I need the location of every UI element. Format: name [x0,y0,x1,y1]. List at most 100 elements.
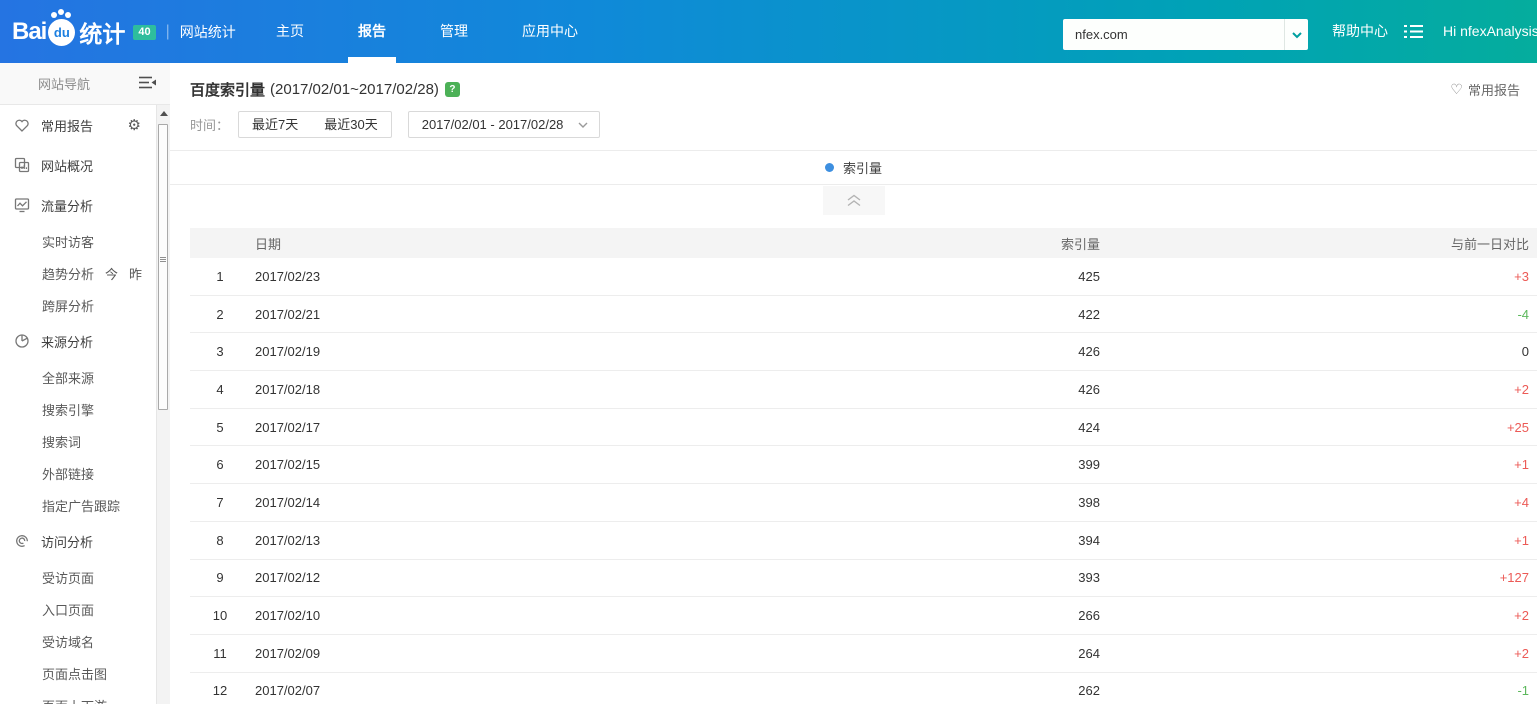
sidebar-item-label: 网站概况 [41,158,94,174]
row-day-over-day: +1 [1514,457,1529,473]
collapse-chart-button[interactable] [822,186,885,215]
traffic-icon [13,197,31,213]
help-center-link[interactable]: 帮助中心 [1332,0,1388,63]
row-date: 2017/02/23 [255,268,321,284]
row-index: 5 [216,419,224,435]
sidebar-item-受访域名[interactable]: 受访域名 [0,625,156,657]
sidebar-collapse-icon[interactable] [139,76,156,92]
sidebar-quick-link-昨[interactable]: 昨 [129,264,142,283]
column-header-index-volume: 索引量 [1060,236,1100,252]
table-row: 11 2017/02/09 264 +2 [190,635,1537,673]
favorite-report-link[interactable]: ♡ 常用报告 [1450,80,1520,99]
row-date: 2017/02/14 [255,494,321,510]
sidebar-item-跨屏分析[interactable]: 跨屏分析 [0,289,156,321]
row-index-volume: 425 [1078,268,1100,284]
sidebar-item-访问分析[interactable]: 访问分析 [0,521,156,561]
row-day-over-day: +3 [1514,268,1529,284]
row-day-over-day: +2 [1514,608,1529,624]
sidebar-item-外部链接[interactable]: 外部链接 [0,457,156,489]
help-badge-icon[interactable]: ? [444,81,460,97]
row-date: 2017/02/18 [255,381,321,397]
sidebar-scrollbar[interactable] [156,105,170,704]
nav-tab-主页[interactable]: 主页 [268,0,312,63]
sidebar-item-受访页面[interactable]: 受访页面 [0,561,156,593]
site-selector[interactable]: nfex.com [1063,19,1308,50]
sidebar-item-label: 全部来源 [42,370,95,386]
table-row: 12 2017/02/07 262 -1 [190,673,1537,704]
sidebar-item-label: 外部链接 [42,466,95,482]
sidebar-item-label: 流量分析 [41,198,94,214]
row-day-over-day: +25 [1506,419,1529,435]
row-index: 9 [216,570,224,586]
row-index: 1 [216,268,224,284]
table-row: 6 2017/02/15 399 +1 [190,446,1537,485]
sidebar-item-趋势分析[interactable]: 趋势分析今昨 [0,257,156,289]
row-index-volume: 262 [1078,683,1100,699]
date-range-picker[interactable]: 2017/02/01 - 2017/02/28 [407,111,601,138]
sidebar-item-label: 搜索词 [42,434,82,450]
sidebar-item-搜索词[interactable]: 搜索词 [0,425,156,457]
sidebar-item-入口页面[interactable]: 入口页面 [0,593,156,625]
row-index-volume: 266 [1078,608,1100,624]
row-index: 4 [216,381,224,397]
chart-legend[interactable]: 索引量 [170,150,1537,185]
nav-tab-管理[interactable]: 管理 [432,0,476,63]
report-list-icon[interactable] [1404,24,1424,42]
sidebar-item-实时访客[interactable]: 实时访客 [0,225,156,257]
site-selector-value: nfex.com [1075,27,1128,42]
sidebar-item-网站概况[interactable]: 网站概况 [0,145,156,185]
rings-icon [13,533,31,549]
sidebar-item-搜索引擎[interactable]: 搜索引擎 [0,393,156,425]
row-index: 12 [212,683,228,699]
gear-icon[interactable]: ⚙ [128,116,141,134]
table-row: 2 2017/02/21 422 -4 [190,296,1537,334]
sidebar-item-label: 跨屏分析 [42,298,95,314]
nav-tab-报告[interactable]: 报告 [350,0,394,63]
row-day-over-day: +2 [1514,381,1529,397]
row-index-volume: 424 [1078,419,1100,435]
sidebar-item-流量分析[interactable]: 流量分析 [0,185,156,225]
table-row: 3 2017/02/19 426 0 [190,333,1537,372]
nav-tab-应用中心[interactable]: 应用中心 [514,0,586,63]
time-filter-row: 时间： 最近7天 最近30天 2017/02/01 - 2017/02/28 [190,111,1517,138]
sidebar-menu: 常用报告 ⚙ 网站概况 流量分析 实时访客 趋势分析今昨跨屏分析 来源分析 全部来源 搜索引擎搜… [0,105,156,704]
row-index: 3 [216,344,224,360]
sidebar-item-来源分析[interactable]: 来源分析 [0,321,156,361]
sidebar-item-全部来源[interactable]: 全部来源 [0,361,156,393]
last-7-days-button[interactable]: 最近7天 [239,112,311,137]
sidebar-item-label: 常用报告 [41,118,94,134]
sidebar-item-label: 页面上下游 [42,696,107,704]
row-index-volume: 422 [1078,306,1100,322]
row-day-over-day: +1 [1514,532,1529,548]
sidebar-item-常用报告[interactable]: 常用报告 ⚙ [0,105,156,145]
row-day-over-day: -1 [1517,683,1529,699]
scrollbar-up-button[interactable] [157,105,170,122]
row-date: 2017/02/17 [255,419,321,435]
row-index-volume: 393 [1078,570,1100,586]
page-title: 百度索引量 [190,81,266,99]
table-row: 1 2017/02/23 425 +3 [190,258,1537,296]
sidebar-item-label: 页面点击图 [42,666,108,682]
row-date: 2017/02/12 [255,570,321,586]
heart-icon [13,117,31,133]
user-greeting[interactable]: Hi nfexAnalysis [1443,0,1537,63]
last-30-days-button[interactable]: 最近30天 [311,112,390,137]
sidebar-item-label: 趋势分析 [42,266,95,282]
header-nav: 主页 报告 管理 应用中心 [268,0,586,63]
sidebar-item-指定广告跟踪[interactable]: 指定广告跟踪 [0,489,156,521]
baidu-paw-icon: du [48,11,76,46]
row-index: 6 [216,457,224,473]
row-index-volume: 426 [1078,344,1100,360]
row-index-volume: 398 [1078,494,1100,510]
baidu-tongji-logo[interactable]: Bai du 统计 40 | 网站统计 [12,11,236,50]
sidebar-item-页面上下游[interactable]: 页面上下游 [0,689,156,704]
chevron-down-icon[interactable] [1284,19,1308,50]
sidebar-quick-link-今[interactable]: 今 [105,264,118,283]
row-index-volume: 426 [1078,381,1100,397]
sidebar-item-label: 指定广告跟踪 [42,498,121,514]
scrollbar-thumb[interactable] [158,124,168,410]
row-day-over-day: -4 [1517,306,1529,322]
sidebar-item-页面点击图[interactable]: 页面点击图 [0,657,156,689]
column-header-date: 日期 [255,236,282,252]
sidebar-item-label: 入口页面 [42,602,95,618]
